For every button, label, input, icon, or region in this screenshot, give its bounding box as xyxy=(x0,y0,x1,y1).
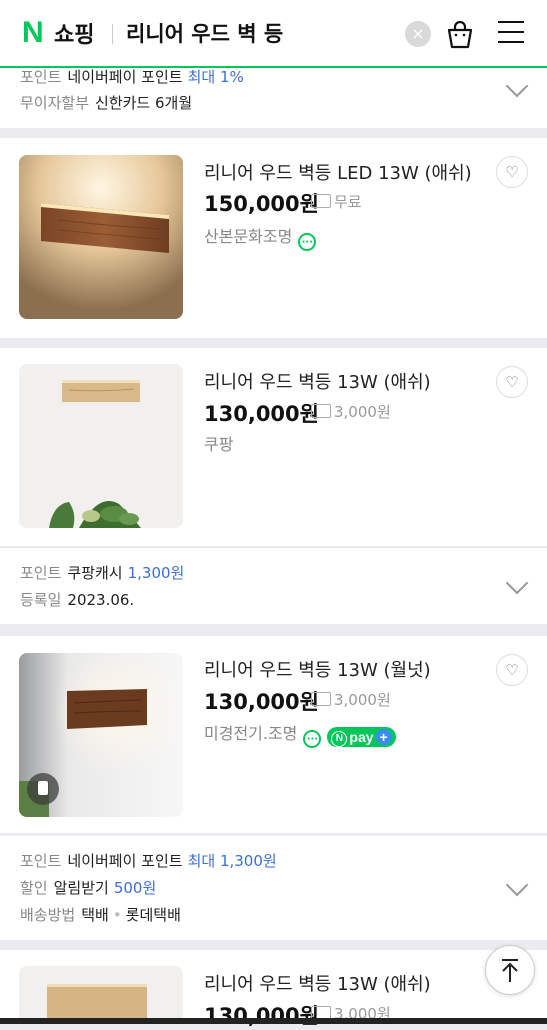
product-title[interactable]: 리니어 우드 벽등 13W (월넛) xyxy=(204,656,431,682)
seller-line[interactable]: 산본문화조명 ··· xyxy=(204,223,317,251)
shipping-info: 3,000원 xyxy=(311,689,391,710)
info-installment-line: 무이자할부 신한카드 6개월 xyxy=(20,94,193,112)
info-card[interactable]: 포인트 네이버페이 포인트 최대 1,300원 할인 알림받기 500원 배송방법 택배 •… xyxy=(0,836,547,940)
product-card[interactable]: 리니어 우드 벽등 13W (애쉬) 130,000원 3,000원 쿠팡 ♡ xyxy=(0,348,547,546)
top-header: N 쇼핑 리니어 우드 벽 등 × xyxy=(0,0,547,68)
search-query-text[interactable]: 리니어 우드 벽 등 xyxy=(126,18,283,48)
menu-icon[interactable] xyxy=(498,21,524,47)
product-title[interactable]: 리니어 우드 벽등 13W (애쉬) xyxy=(204,368,431,394)
talk-icon[interactable]: ··· xyxy=(298,233,317,251)
arrow-up-icon xyxy=(502,959,518,982)
naver-logo-icon[interactable]: N xyxy=(22,18,48,48)
product-price: 130,000원 xyxy=(204,402,319,426)
seller-line[interactable]: 미경전기.조명 ··· Npay + xyxy=(204,720,396,748)
product-title[interactable]: 리니어 우드 벽등 LED 13W (애쉬) xyxy=(204,159,472,185)
bookmark-icon[interactable] xyxy=(27,773,59,805)
info-delivery-line: 배송방법 택배 • 롯데택배 xyxy=(20,906,181,924)
info-points-line: 포인트 쿠팡캐시 1,300원 xyxy=(20,564,185,582)
truck-icon xyxy=(311,194,331,208)
product-card[interactable]: 리니어 우드 벽등 13W (월넛) 130,000원 3,000원 미경전기.… xyxy=(0,636,547,833)
expand-chevron-icon[interactable] xyxy=(505,74,529,98)
wishlist-heart-icon[interactable]: ♡ xyxy=(496,366,528,398)
info-registered-line: 등록일 2023.06. xyxy=(20,591,135,609)
seller-line[interactable]: 쿠팡 xyxy=(204,431,233,455)
product-image[interactable] xyxy=(19,653,183,817)
product-image[interactable] xyxy=(19,364,183,528)
shopping-logo-text[interactable]: 쇼핑 xyxy=(54,17,94,49)
scroll-to-top-button[interactable] xyxy=(485,945,535,995)
npay-badge: Npay + xyxy=(327,727,396,747)
talk-icon[interactable]: ··· xyxy=(303,730,322,748)
info-card[interactable]: 포인트 쿠팡캐시 1,300원 등록일 2023.06. xyxy=(0,548,547,624)
expand-chevron-icon[interactable] xyxy=(505,873,529,897)
wishlist-heart-icon[interactable]: ♡ xyxy=(496,156,528,188)
product-card[interactable]: 리니어 우드 벽등 LED 13W (애쉬) 150,000원 무료 산본문화조… xyxy=(0,138,547,338)
info-points-line: 포인트 네이버페이 포인트 최대 1,300원 xyxy=(20,852,277,870)
cart-icon[interactable] xyxy=(445,18,475,50)
product-title[interactable]: 리니어 우드 벽등 13W (애쉬) xyxy=(204,970,431,996)
info-points-line: 포인트 네이버페이 포인트 최대 1% xyxy=(20,68,244,86)
product-price: 130,000원 xyxy=(204,1004,319,1028)
product-price: 150,000원 xyxy=(204,192,319,216)
header-divider xyxy=(112,24,113,44)
clear-search-button[interactable]: × xyxy=(405,21,431,47)
bottom-bar xyxy=(0,1018,547,1024)
truck-icon xyxy=(311,692,331,706)
info-discount-line: 할인 알림받기 500원 xyxy=(20,879,157,897)
product-card[interactable]: 리니어 우드 벽등 13W (애쉬) 130,000원 3,000원 xyxy=(0,950,547,1028)
shipping-info: 무료 xyxy=(311,191,362,212)
info-card-top: 포인트 네이버페이 포인트 최대 1% 무이자할부 신한카드 6개월 xyxy=(0,68,547,128)
wishlist-heart-icon[interactable]: ♡ xyxy=(496,654,528,686)
product-image[interactable] xyxy=(19,155,183,319)
truck-icon xyxy=(311,404,331,418)
product-image[interactable] xyxy=(19,966,183,1024)
shipping-info: 3,000원 xyxy=(311,401,391,422)
expand-chevron-icon[interactable] xyxy=(505,571,529,595)
product-price: 130,000원 xyxy=(204,690,319,714)
